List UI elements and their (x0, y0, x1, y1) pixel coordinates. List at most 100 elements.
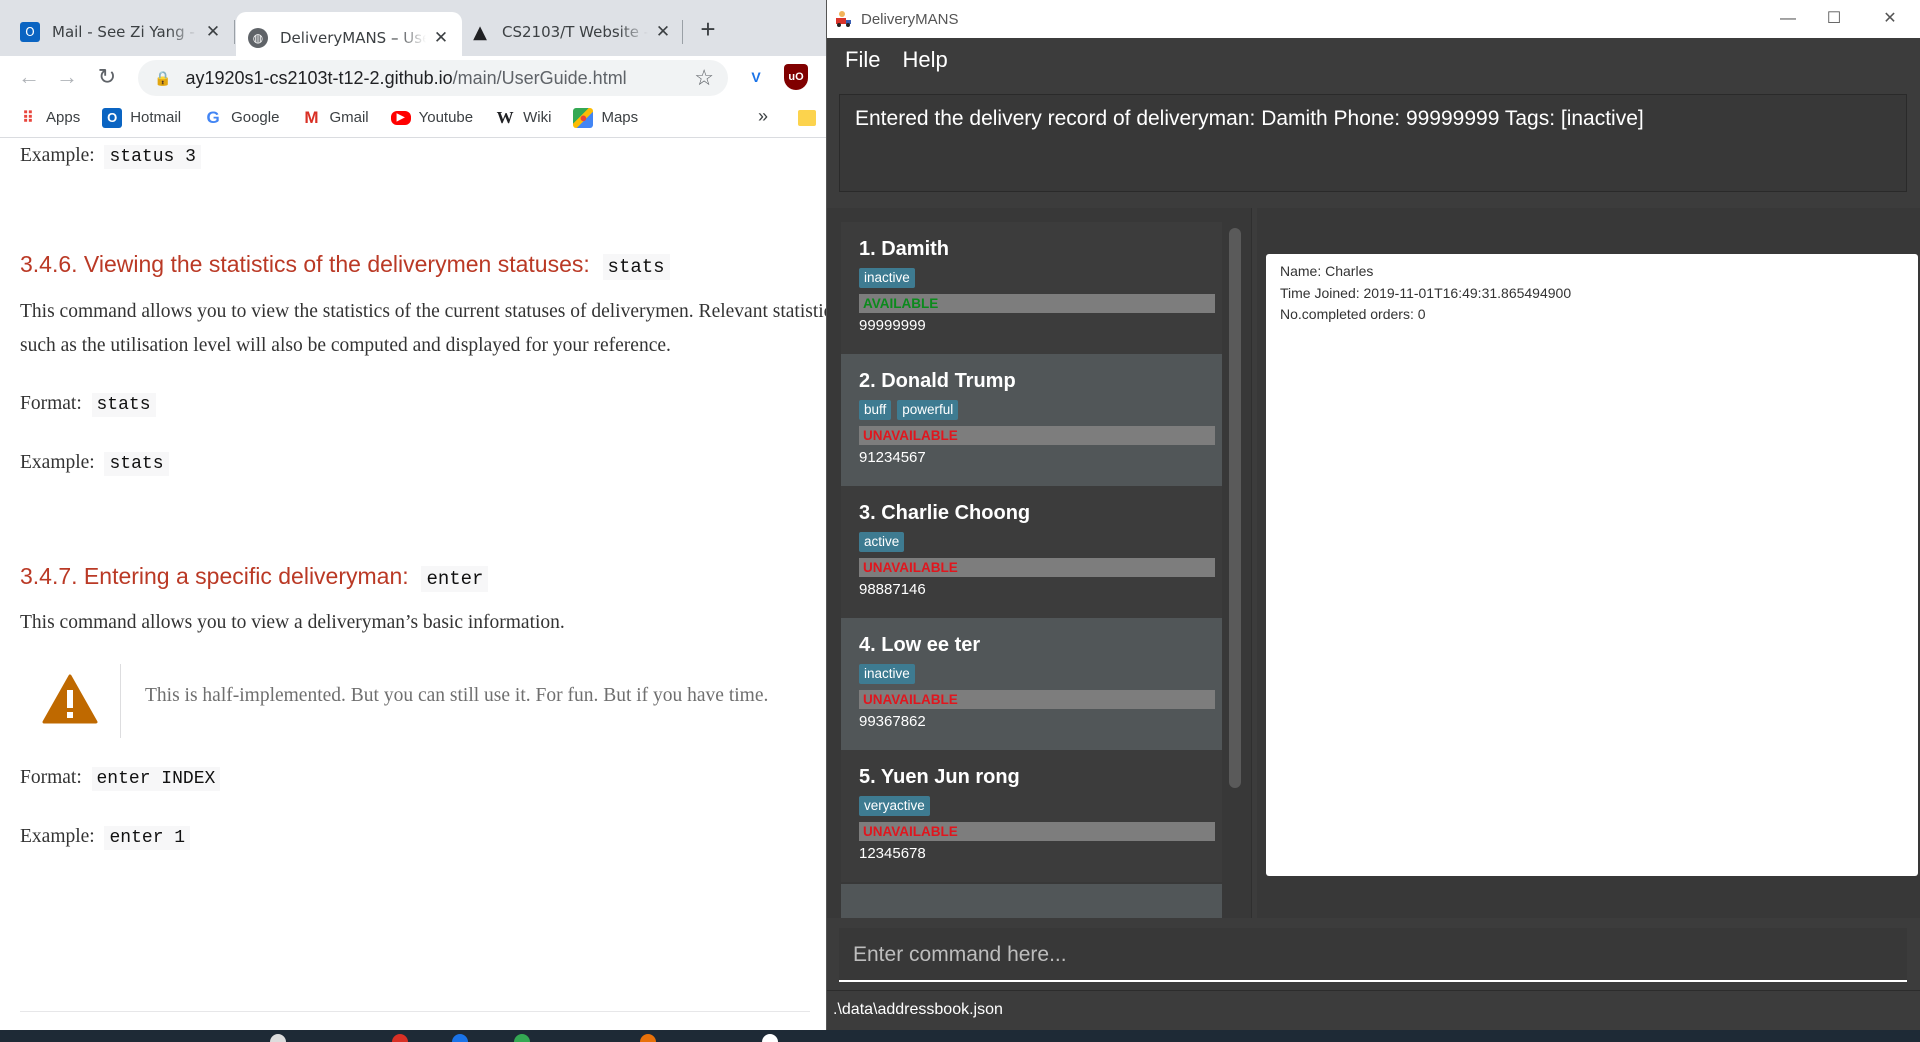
close-tab-icon[interactable]: ✕ (204, 22, 222, 42)
tab-outlook-mail[interactable]: O Mail - See Zi Yang - Outlook ✕ (8, 12, 234, 52)
wikipedia-icon: W (496, 107, 514, 127)
tag-label: powerful (897, 400, 959, 420)
warning-text: This is half-implemented. But you can st… (145, 685, 769, 706)
status-bar-path: .\data\addressbook.json (827, 990, 1920, 1030)
bookmarks-overflow-button[interactable]: » (758, 106, 768, 127)
command-input[interactable]: Enter command here... (839, 928, 1907, 982)
google-icon: G (206, 107, 220, 127)
apps-grid-icon: ⠿ (22, 109, 34, 127)
taskbar-item[interactable] (392, 1034, 408, 1042)
deliverymen-list[interactable]: 1. Damith inactive AVAILABLE 99999999 2.… (841, 222, 1222, 918)
deliveryman-card-5[interactable]: 5. Yuen Jun rong veryactive UNAVAILABLE … (841, 750, 1222, 882)
deliveryman-card-4[interactable]: 4. Low ee ter inactive UNAVAILABLE 99367… (841, 618, 1222, 750)
graduation-cap-icon: ▲ (473, 21, 487, 43)
folder-icon[interactable] (798, 110, 816, 126)
taskbar-item[interactable] (514, 1034, 530, 1042)
bookmark-star-icon[interactable]: ☆ (694, 65, 714, 91)
example-status: Example: status 3 (20, 139, 201, 174)
deliveryman-phone: 99367862 (859, 713, 926, 730)
enter-format: Format: enter INDEX (20, 761, 221, 796)
deliverymans-window: DeliveryMANS — ☐ ✕ File Help Entered the… (826, 0, 1920, 1030)
list-item-partial (841, 884, 1222, 918)
status-badge: UNAVAILABLE (859, 822, 1215, 841)
status-badge: UNAVAILABLE (859, 690, 1215, 709)
list-scrollbar[interactable] (1229, 228, 1241, 788)
bookmark-gmail[interactable]: M Gmail (301, 108, 368, 128)
minimize-button[interactable]: — (1765, 4, 1811, 34)
taskbar-item[interactable] (762, 1034, 778, 1042)
deliveryman-card-1[interactable]: 1. Damith inactive AVAILABLE 99999999 (841, 222, 1222, 354)
close-window-button[interactable]: ✕ (1867, 4, 1913, 34)
section-347-heading: 3.4.7. Entering a specific deliveryman: … (20, 563, 489, 592)
status-badge: UNAVAILABLE (859, 558, 1215, 577)
menu-help[interactable]: Help (902, 47, 947, 73)
menu-file[interactable]: File (845, 47, 880, 73)
tag-label: inactive (859, 268, 915, 288)
deliveryman-phone: 98887146 (859, 581, 926, 598)
delivery-app-icon (836, 11, 851, 27)
bookmark-youtube[interactable]: ▶ Youtube (390, 109, 473, 126)
menu-bar: File Help (827, 38, 1920, 82)
section-346-body-line-1: This command allows you to view the stat… (20, 301, 826, 322)
close-tab-icon[interactable]: ✕ (654, 22, 672, 42)
enter-example: Example: enter 1 (20, 820, 191, 855)
deliveryman-phone: 99999999 (859, 317, 926, 334)
reload-icon[interactable]: ↻ (92, 62, 122, 92)
taskbar-item[interactable] (640, 1034, 656, 1042)
deliveryman-name: 5. Yuen Jun rong (859, 766, 1020, 788)
browser-window: O Mail - See Zi Yang - Outlook ✕ ◍ Deliv… (0, 0, 826, 1030)
deliveryman-card-2[interactable]: 2. Donald Trump buff powerful UNAVAILABL… (841, 354, 1222, 486)
tab-strip: O Mail - See Zi Yang - Outlook ✕ ◍ Deliv… (0, 0, 826, 64)
bookmark-apps[interactable]: ⠿ Apps (18, 108, 80, 128)
gmail-icon: M (304, 107, 319, 127)
tag-label: veryactive (859, 796, 930, 816)
detail-name: Name: Charles (1280, 263, 1374, 279)
bookmark-google[interactable]: G Google (203, 108, 279, 128)
stats-example: Example: stats (20, 446, 169, 481)
deliveryman-phone: 91234567 (859, 449, 926, 466)
bookmarks-bar: ⠿ Apps O Hotmail G Google M Gmail ▶ Youtube W… (0, 98, 826, 138)
deliveryman-phone: 12345678 (859, 845, 926, 862)
address-bar[interactable]: 🔒 ay1920s1-cs2103t-t12-2.github.io/main/… (138, 60, 728, 96)
taskbar-item[interactable] (452, 1034, 468, 1042)
tag-label: buff (859, 400, 892, 420)
maximize-button[interactable]: ☐ (1811, 4, 1857, 34)
tag-label: inactive (859, 664, 915, 684)
deliverymen-list-panel: 1. Damith inactive AVAILABLE 99999999 2.… (827, 208, 1252, 918)
close-tab-icon[interactable]: ✕ (432, 28, 450, 48)
detail-time-joined: Time Joined: 2019-11-01T16:49:31.8654949… (1280, 284, 1572, 301)
bookmark-maps[interactable]: ● Maps (573, 107, 638, 128)
new-tab-button[interactable]: + (694, 16, 722, 44)
taskbar-item[interactable] (270, 1034, 286, 1042)
outlook-icon: O (20, 22, 40, 42)
forward-icon[interactable]: → (52, 62, 82, 92)
deliveryman-name: 4. Low ee ter (859, 634, 981, 656)
section-346-heading: 3.4.6. Viewing the statistics of the del… (20, 251, 670, 280)
lock-icon: 🔒 (154, 69, 172, 86)
detail-completed-orders: No.completed orders: 0 (1280, 306, 1426, 322)
section-346-body-line-2: such as the utilisation level will also … (20, 335, 671, 356)
back-icon[interactable]: ← (14, 62, 44, 92)
section-347-body: This command allows you to view a delive… (20, 612, 565, 633)
bookmark-hotmail[interactable]: O Hotmail (102, 107, 181, 128)
warning-icon (42, 674, 98, 724)
extension-v-icon[interactable]: V (744, 64, 768, 90)
status-badge: AVAILABLE (859, 294, 1215, 313)
ublock-icon[interactable]: uO (784, 64, 808, 90)
status-badge: UNAVAILABLE (859, 426, 1215, 445)
deliveryman-name: 3. Charlie Choong (859, 502, 1031, 524)
maps-icon: ● (573, 107, 594, 128)
browser-toolbar: ← → ↻ 🔒 ay1920s1-cs2103t-t12-2.github.io… (0, 56, 826, 98)
deliveryman-card-3[interactable]: 3. Charlie Choong active UNAVAILABLE 988… (841, 486, 1222, 618)
tab-cs2103-website[interactable]: ▲ CS2103/T Website - AY1920 ✕ (458, 12, 684, 52)
tag-label: active (859, 532, 905, 552)
user-guide-content: Example: status 3 3.4.6. Viewing the sta… (0, 139, 826, 1030)
youtube-icon: ▶ (390, 110, 411, 125)
deliveryman-detail-panel: Name: Charles Time Joined: 2019-11-01T16… (1257, 208, 1920, 918)
app-title-bar: DeliveryMANS — ☐ ✕ (827, 0, 1920, 38)
deliveryman-name: 1. Damith (859, 238, 950, 260)
bookmark-wiki[interactable]: W Wiki (495, 107, 552, 128)
stats-format: Format: stats (20, 387, 156, 422)
taskbar (0, 1030, 1920, 1042)
result-display: Entered the delivery record of deliverym… (839, 94, 1907, 192)
